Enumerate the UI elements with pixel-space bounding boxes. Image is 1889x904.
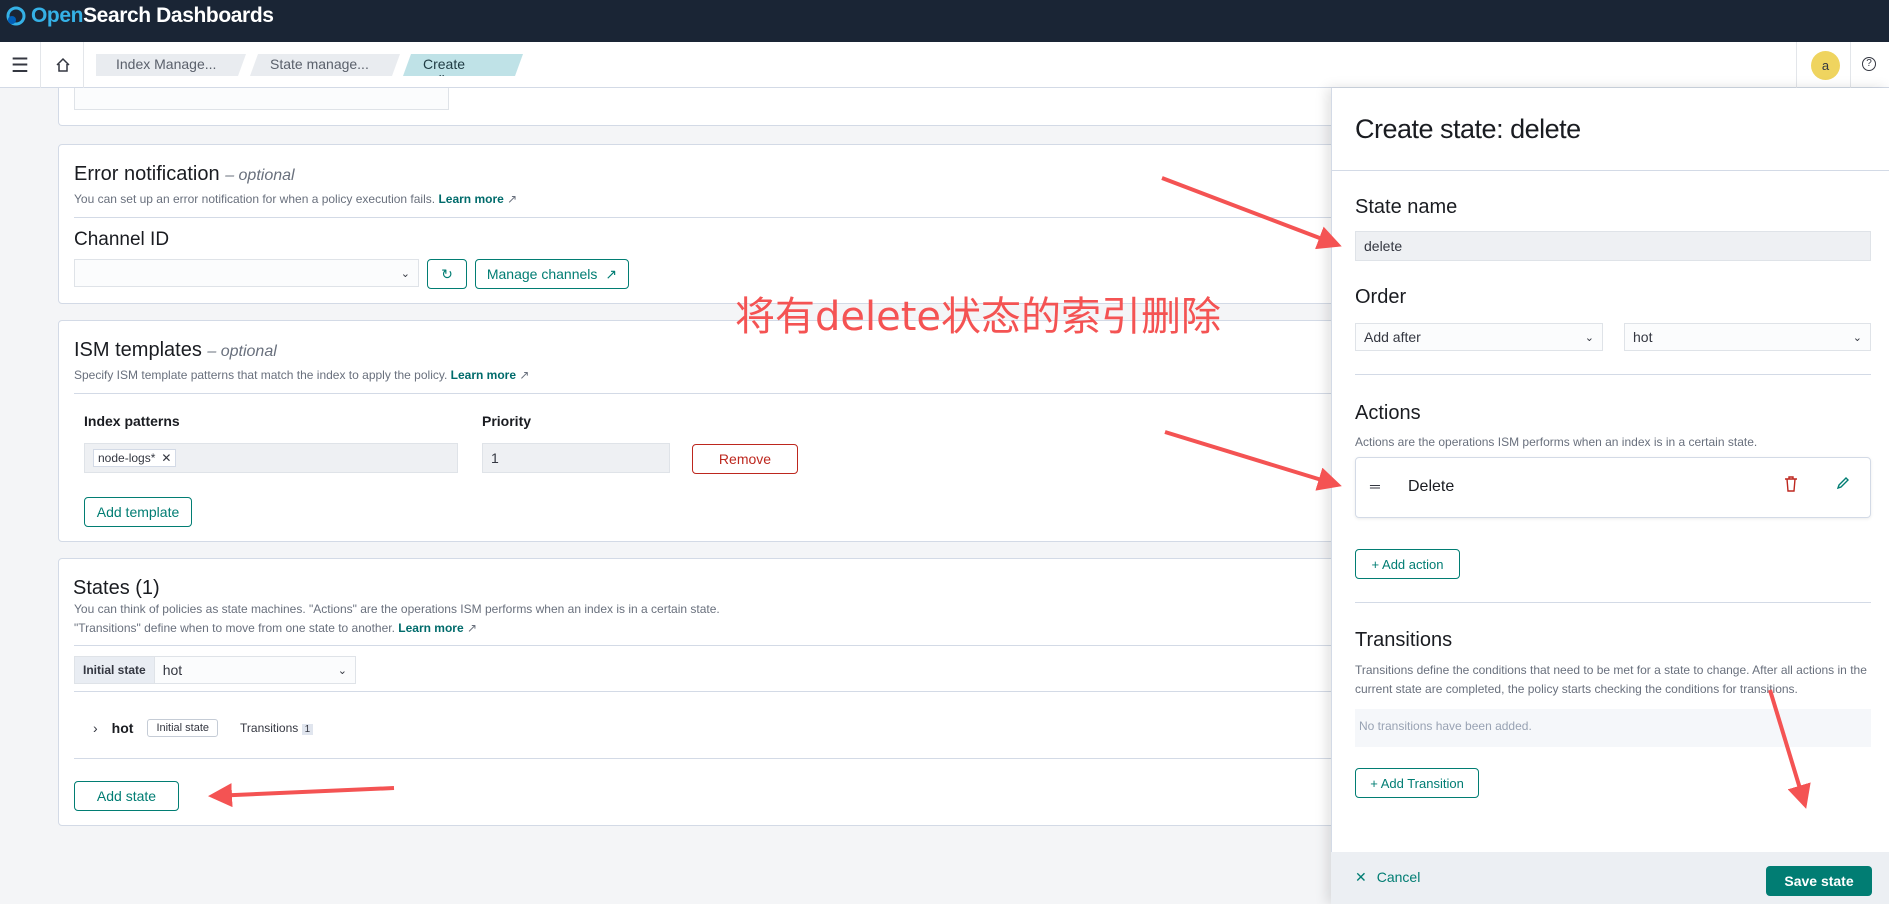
divider [74, 217, 1334, 218]
actions-help: Actions are the operations ISM performs … [1355, 435, 1758, 449]
transitions-count-badge: 1 [301, 724, 314, 735]
breadcrumb-state-management[interactable]: State manage... [250, 54, 400, 76]
action-name: Delete [1408, 478, 1455, 495]
learn-more-link[interactable]: Learn more [451, 368, 516, 382]
state-name-label: State name [1355, 196, 1458, 218]
trash-icon[interactable] [1784, 476, 1798, 497]
chevron-right-icon[interactable]: › [93, 720, 98, 736]
divider [40, 42, 41, 88]
states-help-line1: You can think of policies as state machi… [74, 602, 720, 616]
top-header: OpenSearch Dashboards [0, 0, 1889, 42]
index-patterns-header: Index patterns [84, 413, 180, 429]
error-notification-title: Error notification – optional [74, 163, 295, 185]
states-help-line2: "Transitions" define when to move from o… [74, 621, 478, 635]
nav-bar: ☰ Index Manage... State manage... Create… [0, 42, 1889, 88]
chevron-down-icon: ⌄ [337, 664, 347, 677]
external-link-icon: ↗ [605, 265, 618, 282]
description-panel [58, 88, 1348, 126]
divider [83, 42, 84, 88]
add-transition-button[interactable]: + Add Transition [1355, 768, 1479, 798]
pencil-icon[interactable] [1836, 476, 1850, 495]
add-action-button[interactable]: + Add action [1355, 549, 1460, 579]
home-icon[interactable] [43, 42, 83, 88]
transitions-title: Transitions [1355, 629, 1453, 651]
add-template-button[interactable]: Add template [84, 497, 192, 527]
create-state-flyout: Create state: delete State name delete O… [1331, 88, 1889, 904]
description-textarea[interactable] [74, 88, 449, 110]
divider [74, 393, 1334, 394]
initial-state-badge: Initial state [147, 719, 219, 737]
external-link-icon: ↗ [507, 192, 518, 206]
priority-header: Priority [482, 413, 532, 429]
avatar[interactable]: a [1811, 51, 1840, 80]
refresh-icon: ↻ [441, 265, 453, 282]
initial-state-value: hot [162, 662, 183, 678]
no-transitions-message: No transitions have been added. [1355, 709, 1871, 747]
pattern-chip: node-logs* ✕ [93, 449, 177, 467]
external-link-icon: ↗ [519, 368, 530, 382]
transitions-help: Transitions define the conditions that n… [1355, 663, 1867, 696]
order-label: Order [1355, 286, 1407, 308]
state-row-hot[interactable]: › hot Initial state Transitions 1 [93, 719, 314, 737]
order-ref-select[interactable]: hot ⌄ [1624, 323, 1871, 351]
learn-more-link[interactable]: Learn more [398, 621, 463, 635]
help-icon[interactable]: ? [1862, 57, 1876, 71]
external-link-icon: ↗ [466, 621, 478, 635]
flyout-title: Create state: delete [1355, 114, 1581, 144]
annotation-text: 将有delete状态的索引删除 [735, 294, 1222, 340]
manage-channels-button[interactable]: Manage channels ↗ [475, 259, 629, 289]
breadcrumb-index-management[interactable]: Index Manage... [96, 54, 246, 76]
app-logo[interactable]: OpenSearch Dashboards [6, 4, 274, 28]
close-icon[interactable]: ✕ [161, 451, 171, 465]
initial-state-select[interactable]: Initial state hot ⌄ [74, 656, 356, 684]
state-name: hot [111, 720, 134, 736]
breadcrumb-create-policy: Create policy [403, 54, 523, 76]
channel-id-select[interactable]: ⌄ [74, 259, 419, 287]
logo-text-rest: Search Dashboards [83, 4, 274, 27]
divider [74, 758, 1334, 759]
chevron-down-icon: ⌄ [1852, 331, 1862, 344]
divider [1332, 170, 1889, 171]
opensearch-logo-icon [6, 6, 26, 26]
add-state-button[interactable]: Add state [74, 781, 179, 811]
drag-handle-icon[interactable]: ═ [1370, 478, 1380, 494]
order-mode-select[interactable]: Add after ⌄ [1355, 323, 1603, 351]
states-title: States (1) [73, 577, 160, 599]
menu-icon[interactable]: ☰ [0, 42, 40, 88]
initial-state-prepend: Initial state [75, 657, 155, 683]
flyout-footer: ✕ Cancel Save state [1331, 852, 1889, 904]
chevron-down-icon: ⌄ [1584, 331, 1594, 344]
learn-more-link[interactable]: Learn more [438, 192, 503, 206]
logo-text-open: Open [31, 4, 84, 27]
divider [1796, 42, 1797, 88]
error-notification-panel: Error notification – optional You can se… [58, 144, 1348, 304]
ism-templates-panel: ISM templates – optional Specify ISM tem… [58, 320, 1348, 542]
divider [1355, 602, 1871, 603]
state-name-input[interactable]: delete [1355, 231, 1871, 261]
divider [1355, 374, 1871, 375]
divider [1850, 42, 1851, 88]
divider [74, 645, 1334, 646]
error-notification-help: You can set up an error notification for… [74, 192, 518, 206]
action-item: ═ Delete [1355, 457, 1871, 518]
remove-template-button[interactable]: Remove [692, 444, 798, 474]
index-patterns-combobox[interactable]: node-logs* ✕ [84, 443, 458, 473]
divider [74, 691, 1334, 692]
close-icon: ✕ [1355, 869, 1367, 885]
refresh-channels-button[interactable]: ↻ [427, 259, 467, 289]
transitions-label: Transitions 1 [240, 721, 314, 735]
channel-id-label: Channel ID [74, 229, 170, 250]
states-panel: States (1) You can think of policies as … [58, 558, 1348, 826]
ism-templates-title: ISM templates – optional [74, 339, 277, 361]
priority-input[interactable]: 1 [482, 443, 670, 473]
save-state-button[interactable]: Save state [1766, 866, 1872, 896]
chevron-down-icon: ⌄ [400, 267, 410, 280]
ism-templates-help: Specify ISM template patterns that match… [74, 368, 530, 382]
cancel-button[interactable]: ✕ Cancel [1355, 869, 1420, 886]
actions-title: Actions [1355, 402, 1421, 424]
